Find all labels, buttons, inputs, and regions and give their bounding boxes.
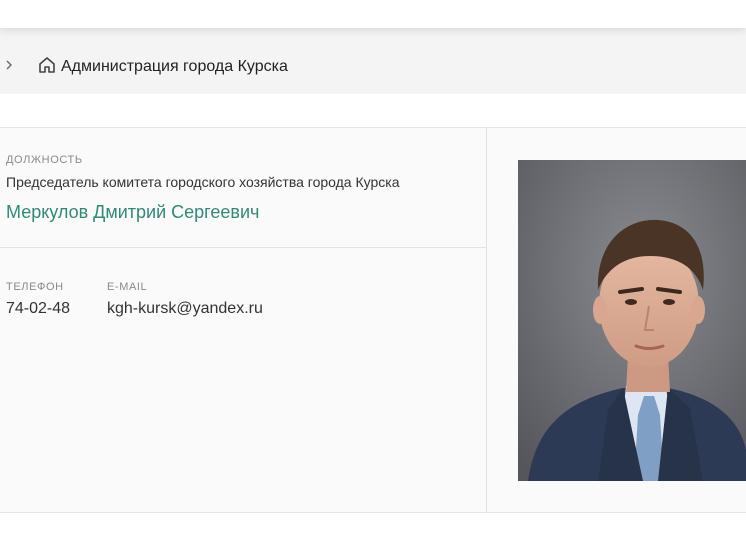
email-link[interactable]: kgh-kursk@yandex.ru bbox=[107, 300, 263, 318]
phone-link[interactable]: 74-02-48 bbox=[6, 300, 70, 318]
position-label: ДОЛЖНОСТЬ bbox=[6, 154, 83, 166]
page: Администрация города Курска ДОЛЖНОСТЬ Пр… bbox=[0, 0, 746, 559]
chevron-right-icon[interactable] bbox=[4, 58, 14, 72]
breadcrumb-link-administration[interactable]: Администрация города Курска bbox=[61, 58, 288, 76]
home-icon[interactable] bbox=[38, 56, 56, 74]
official-photo bbox=[518, 160, 746, 481]
official-card: ДОЛЖНОСТЬ Председатель комитета городско… bbox=[0, 127, 746, 513]
top-bar bbox=[0, 0, 746, 28]
official-name: Меркулов Дмитрий Сергеевич bbox=[6, 202, 260, 222]
email-label: E-MAIL bbox=[107, 281, 148, 293]
card-divider-vertical bbox=[486, 128, 487, 512]
position-text: Председатель комитета городского хозяйст… bbox=[6, 174, 400, 190]
phone-label: ТЕЛЕФОН bbox=[6, 281, 64, 293]
card-divider-horizontal bbox=[0, 247, 486, 248]
